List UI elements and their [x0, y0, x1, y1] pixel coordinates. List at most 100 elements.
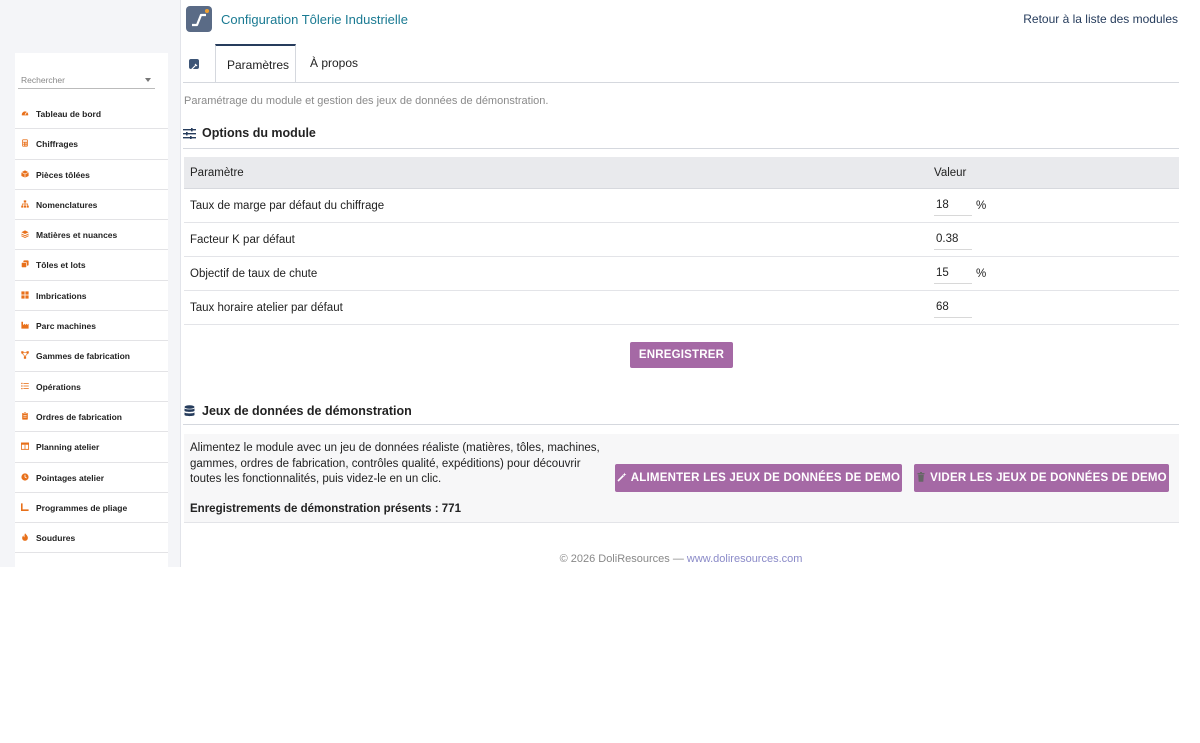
page-title: Configuration Tôlerie Industrielle: [221, 12, 408, 27]
sidebar-item-operations[interactable]: Opérations: [15, 372, 168, 402]
layers-icon: [21, 230, 29, 239]
sidebar-item-matieres[interactable]: Matières et nuances: [15, 220, 168, 251]
sidebar-item-nomenclatures[interactable]: Nomenclatures: [15, 190, 168, 221]
sidebar-item-label: Soudures: [36, 533, 76, 544]
hourly-rate-input[interactable]: 68: [934, 298, 972, 318]
sidebar-item-label: Chiffrages: [36, 139, 79, 150]
magic-wand-icon: [617, 472, 627, 482]
sidebar-item-label: Tôles et lots: [36, 260, 86, 271]
sitemap-icon: [21, 200, 29, 208]
tools-icon: [189, 59, 199, 71]
param-label: Objectif de taux de chute: [184, 256, 928, 291]
copy-icon: [21, 260, 29, 269]
sidebar-item-label: Opérations: [36, 381, 81, 392]
tab-label: Paramètres: [227, 58, 290, 72]
clipboard-icon: [22, 412, 28, 420]
list-icon: [21, 382, 29, 389]
dashboard-icon: [21, 111, 29, 116]
sidebar-item-label: Ordres de fabrication: [36, 411, 122, 422]
seed-demo-data-label: ALIMENTER LES JEUX DE DONNÉES DE DEMO: [630, 472, 901, 484]
table-row: Taux de marge par défaut du chiffrage 18…: [184, 188, 1179, 223]
k-factor-input[interactable]: 0.38: [934, 230, 972, 250]
value-cell: 18%: [928, 188, 1179, 223]
sidebar-menu-card: Rechercher Tableau de bord Chiffrages Pi…: [15, 53, 168, 567]
demo-section-header: Jeux de données de démonstration: [183, 404, 1179, 425]
sidebar-item-pieces-tolees[interactable]: Pièces tôlées: [15, 160, 168, 190]
demo-description: Alimentez le module avec un jeu de donné…: [190, 442, 600, 485]
sidebar-item-label: Tableau de bord: [36, 109, 102, 119]
seed-demo-data-button[interactable]: ALIMENTER LES JEUX DE DONNÉES DE DEMO: [615, 464, 902, 492]
sidebar-menu: Tableau de bord Chiffrages Pièces tôlées…: [15, 99, 168, 554]
search-placeholder: Rechercher: [21, 75, 65, 85]
param-label: Taux de marge par défaut du chiffrage: [184, 188, 928, 223]
factory-icon: [21, 321, 29, 329]
sidebar-item-planning-atelier[interactable]: Planning atelier: [15, 432, 168, 463]
sidebar-item-programmes-de-pliage[interactable]: Programmes de pliage: [15, 493, 168, 524]
param-label: Facteur K par défaut: [184, 222, 928, 257]
value-cell: 15%: [928, 256, 1179, 291]
options-table: Paramètre Valeur Taux de marge par défau…: [184, 157, 1179, 325]
demo-record-count: Enregistrements de démonstration présent…: [190, 503, 461, 515]
sidebar-item-label: Parc machines: [36, 321, 97, 332]
trash-icon: [917, 472, 925, 482]
sidebar-item-parc-machines[interactable]: Parc machines: [15, 311, 168, 342]
sidebar-item-pointages-atelier[interactable]: Pointages atelier: [15, 463, 168, 493]
tab-bar: Paramètres À propos: [183, 44, 1179, 83]
sliders-icon: [183, 128, 196, 139]
purge-demo-data-label: VIDER LES JEUX DE DONNÉES DE DEMO: [930, 472, 1167, 484]
search-select[interactable]: Rechercher: [18, 70, 155, 89]
flame-icon: [22, 533, 28, 541]
sidebar-item-label: Planning atelier: [36, 442, 100, 453]
database-icon: [184, 405, 195, 417]
grid-icon: [21, 291, 29, 299]
section-title: Options du module: [202, 126, 316, 140]
back-to-modules-link[interactable]: Retour à la liste des modules: [1023, 12, 1178, 26]
sidebar-item-label: Pointages atelier: [36, 472, 105, 483]
footer: © 2026 DoliResources — www.doliresources…: [183, 553, 1179, 565]
flow-icon: [21, 351, 29, 360]
calendar-icon: [21, 442, 29, 451]
footer-copyright: © 2026 DoliResources —: [559, 553, 687, 565]
table-row: Objectif de taux de chute 15%: [184, 256, 1179, 291]
options-section-header: Options du module: [183, 126, 1179, 149]
sidebar-item-label: Matières et nuances: [36, 230, 118, 241]
sidebar-item-chiffrages[interactable]: Chiffrages: [15, 129, 168, 160]
unit-label: %: [976, 199, 987, 212]
clock-icon: [21, 472, 29, 481]
module-logo-icon: [192, 9, 209, 27]
tab-label: À propos: [310, 56, 359, 70]
param-label: Taux horaire atelier par défaut: [184, 290, 928, 325]
sidebar: Rechercher Tableau de bord Chiffrages Pi…: [0, 0, 181, 567]
calculator-icon: [22, 139, 28, 147]
column-header-value: Valeur: [928, 157, 1179, 189]
section-title: Jeux de données de démonstration: [202, 404, 412, 418]
sidebar-item-label: Gammes de fabrication: [36, 351, 131, 362]
sidebar-item-gammes[interactable]: Gammes de fabrication: [15, 341, 168, 372]
footer-website-link[interactable]: www.doliresources.com: [687, 553, 803, 565]
value-cell: 68: [928, 290, 1179, 325]
box-icon: [21, 169, 29, 178]
bend-icon: [21, 503, 29, 511]
sidebar-item-tableau-de-bord[interactable]: Tableau de bord: [15, 99, 168, 130]
sidebar-item-label: Nomenclatures: [36, 199, 98, 210]
unit-label: %: [976, 267, 987, 280]
table-header-row: Paramètre Valeur: [184, 157, 1179, 189]
table-row: Taux horaire atelier par défaut 68: [184, 290, 1179, 325]
sidebar-item-label: Imbrications: [36, 290, 87, 301]
save-button[interactable]: ENREGISTRER: [630, 342, 733, 368]
sidebar-item-imbrications[interactable]: Imbrications: [15, 281, 168, 312]
margin-rate-input[interactable]: 18: [934, 196, 972, 216]
sidebar-item-ordres-de-fabrication[interactable]: Ordres de fabrication: [15, 402, 168, 433]
sidebar-item-soudures[interactable]: Soudures: [15, 523, 168, 554]
value-cell: 0.38: [928, 222, 1179, 257]
column-header-param: Paramètre: [184, 157, 928, 189]
purge-demo-data-button[interactable]: VIDER LES JEUX DE DONNÉES DE DEMO: [914, 464, 1169, 492]
table-row: Facteur K par défaut 0.38: [184, 222, 1179, 257]
sidebar-item-label: Pièces tôlées: [36, 169, 90, 180]
sidebar-item-label: Programmes de pliage: [36, 502, 128, 513]
intro-text: Paramétrage du module et gestion des jeu…: [184, 95, 549, 107]
app-logo: [186, 6, 212, 32]
scrap-rate-input[interactable]: 15: [934, 264, 972, 284]
sidebar-item-toles-et-lots[interactable]: Tôles et lots: [15, 250, 168, 281]
tab-parametres[interactable]: Paramètres: [215, 44, 296, 82]
